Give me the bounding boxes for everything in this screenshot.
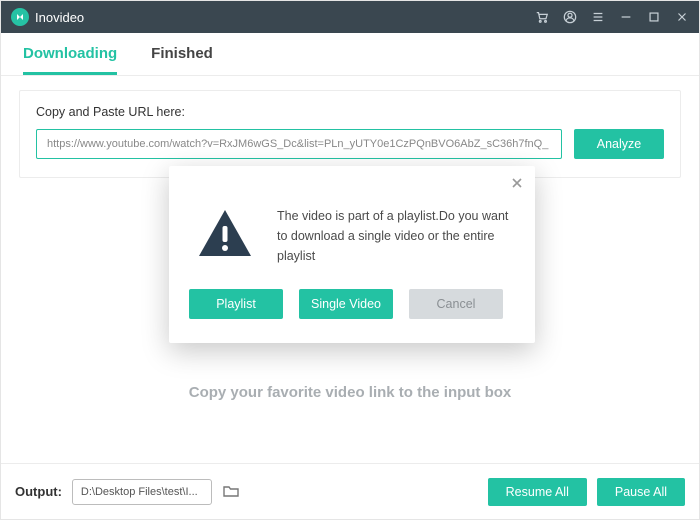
folder-icon[interactable] bbox=[222, 482, 242, 502]
output-path-input[interactable] bbox=[72, 479, 212, 505]
resume-all-button[interactable]: Resume All bbox=[488, 478, 587, 506]
analyze-button[interactable]: Analyze bbox=[574, 129, 664, 159]
empty-hint: Copy your favorite video link to the inp… bbox=[1, 384, 699, 401]
titlebar: Inovideo bbox=[1, 1, 699, 33]
playlist-button[interactable]: Playlist bbox=[189, 289, 283, 319]
url-card: Copy and Paste URL here: Analyze bbox=[19, 90, 681, 178]
close-icon[interactable] bbox=[675, 10, 689, 24]
menu-icon[interactable] bbox=[591, 10, 605, 24]
cart-icon[interactable] bbox=[535, 10, 549, 24]
app-window: Inovideo Downloading Finished Copy and P… bbox=[0, 0, 700, 520]
user-icon[interactable] bbox=[563, 10, 577, 24]
app-title: Inovideo bbox=[35, 10, 84, 25]
tabs: Downloading Finished bbox=[1, 33, 699, 76]
pause-all-button[interactable]: Pause All bbox=[597, 478, 685, 506]
url-row: Analyze bbox=[36, 129, 664, 159]
url-input[interactable] bbox=[36, 129, 562, 159]
dialog-actions: Playlist Single Video Cancel bbox=[169, 283, 535, 343]
output-label: Output: bbox=[15, 484, 62, 499]
single-video-button[interactable]: Single Video bbox=[299, 289, 393, 319]
playlist-dialog: The video is part of a playlist.Do you w… bbox=[169, 166, 535, 343]
maximize-icon[interactable] bbox=[647, 10, 661, 24]
app-logo-icon bbox=[11, 8, 29, 26]
titlebar-actions bbox=[535, 10, 689, 24]
dialog-message: The video is part of a playlist.Do you w… bbox=[277, 206, 509, 266]
brand: Inovideo bbox=[11, 8, 84, 26]
cancel-button[interactable]: Cancel bbox=[409, 289, 503, 319]
url-label: Copy and Paste URL here: bbox=[36, 105, 664, 119]
minimize-icon[interactable] bbox=[619, 10, 633, 24]
dialog-body: The video is part of a playlist.Do you w… bbox=[169, 166, 535, 283]
warning-icon bbox=[195, 206, 255, 267]
bottombar: Output: Resume All Pause All bbox=[1, 463, 699, 519]
tab-downloading[interactable]: Downloading bbox=[23, 45, 117, 75]
tab-finished[interactable]: Finished bbox=[151, 45, 213, 75]
dialog-close-icon[interactable] bbox=[511, 176, 525, 190]
